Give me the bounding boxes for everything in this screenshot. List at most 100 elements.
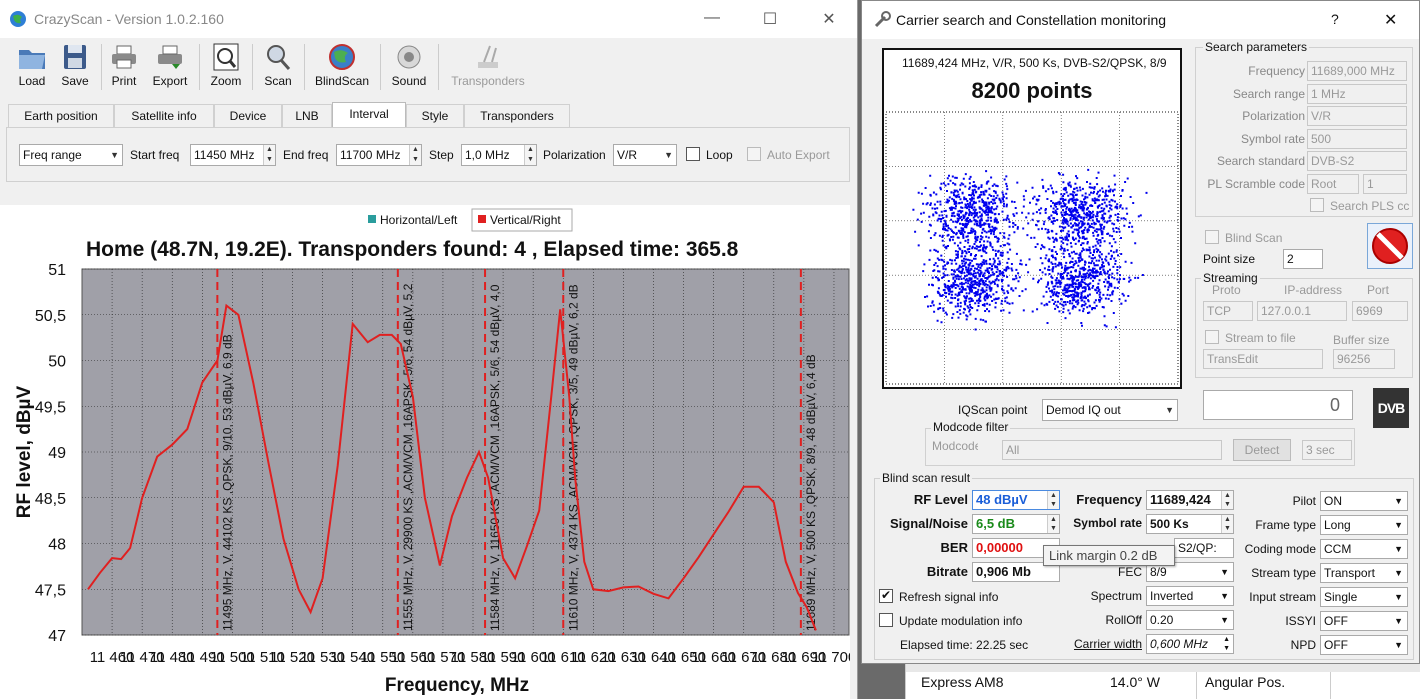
- ip-label: IP-address: [1284, 283, 1343, 297]
- export-button[interactable]: Export: [148, 42, 192, 94]
- sp-range-label: Search range: [1232, 87, 1305, 101]
- dialog-titlebar[interactable]: Carrier search and Constellation monitor…: [862, 1, 1419, 39]
- zoom-button[interactable]: Zoom: [205, 42, 247, 94]
- modcode-select[interactable]: All: [1002, 440, 1222, 460]
- buffer-size-input[interactable]: 96256: [1333, 349, 1395, 369]
- point-size-input[interactable]: 2: [1283, 249, 1323, 269]
- tab-style[interactable]: Style: [406, 104, 464, 128]
- loop-checkbox[interactable]: [686, 147, 700, 161]
- rolloff-select[interactable]: 0.20 ▼: [1146, 610, 1234, 630]
- sound-button[interactable]: Sound: [388, 42, 430, 94]
- stream-type-select[interactable]: Transport ▼: [1320, 563, 1408, 583]
- tab-device[interactable]: Device: [214, 104, 282, 128]
- transponders-button[interactable]: Transponders: [446, 42, 530, 94]
- export-label: Export: [152, 74, 188, 88]
- spin-arrows-icon[interactable]: ▲ ▼: [1223, 635, 1230, 653]
- modulation-select[interactable]: S2/QP:: [1174, 538, 1234, 558]
- blind-scan-checkbox[interactable]: [1205, 230, 1219, 244]
- spin-arrows-icon[interactable]: ▲ ▼: [524, 145, 536, 165]
- scan-label: Scan: [264, 74, 292, 88]
- search-pls-checkbox[interactable]: [1310, 198, 1324, 212]
- link-margin-tooltip: Link margin 0.2 dB: [1043, 545, 1175, 566]
- sp-symbolrate-select[interactable]: 500: [1307, 129, 1407, 149]
- print-button[interactable]: Print: [104, 42, 144, 94]
- load-button[interactable]: Load: [12, 42, 52, 94]
- start-freq-input[interactable]: 11450 MHz ▲ ▼: [190, 144, 276, 166]
- chevron-down-icon: ▼: [1165, 405, 1174, 415]
- tab-transponders[interactable]: Transponders: [464, 104, 570, 128]
- pl-scramble-mode-select[interactable]: Root: [1307, 174, 1359, 194]
- stop-button[interactable]: [1367, 223, 1413, 269]
- sp-standard-select[interactable]: DVB-S2: [1307, 151, 1407, 171]
- end-freq-input[interactable]: 11700 MHz ▲ ▼: [336, 144, 422, 166]
- spin-arrows-icon[interactable]: ▲ ▼: [409, 145, 421, 165]
- close-icon[interactable]: ✕: [809, 9, 849, 29]
- proto-select[interactable]: TCP: [1203, 301, 1253, 321]
- port-value: 6969: [1356, 304, 1383, 318]
- scan-button[interactable]: Scan: [258, 42, 298, 94]
- stream-to-file-checkbox[interactable]: [1205, 330, 1219, 344]
- detect-button[interactable]: Detect: [1233, 439, 1291, 461]
- maximize-icon[interactable]: ☐: [750, 9, 790, 29]
- sp-frequency-label: Frequency: [1248, 64, 1305, 78]
- toolbar-separator: [101, 44, 102, 90]
- satellite-table-row[interactable]: Express AM8 14.0° W Angular Pos.: [905, 664, 1420, 699]
- detect-seconds-value: 3 sec: [1306, 443, 1335, 457]
- polarization-label: Polarization: [543, 148, 606, 162]
- frame-type-select[interactable]: Long ▼: [1320, 515, 1408, 535]
- update-modulation-checkbox[interactable]: [879, 613, 893, 627]
- ip-value: 127.0.0.1: [1261, 304, 1312, 318]
- range-mode-select[interactable]: Freq range ▼: [19, 144, 123, 166]
- tab-satellite-info[interactable]: Satellite info: [114, 104, 214, 128]
- pl-scramble-value-input[interactable]: 1: [1363, 174, 1407, 194]
- constellation-header: 11689,424 MHz, V/R, 500 Ks, DVB-S2/QPSK,…: [902, 56, 1167, 70]
- refresh-signal-checkbox[interactable]: [879, 588, 893, 603]
- npd-select[interactable]: OFF ▼: [1320, 635, 1408, 655]
- dialog-title: Carrier search and Constellation monitor…: [896, 12, 1167, 28]
- sp-polarization-select[interactable]: V/R: [1307, 106, 1407, 126]
- sp-frequency-value: 11689,000 MHz: [1311, 64, 1395, 78]
- step-input[interactable]: 1,0 MHz ▲ ▼: [461, 144, 537, 166]
- loop-label: Loop: [706, 148, 733, 162]
- tab-lnb[interactable]: LNB: [282, 104, 332, 128]
- ip-input[interactable]: 127.0.0.1: [1257, 301, 1347, 321]
- auto-export-label: Auto Export: [767, 148, 830, 162]
- port-input[interactable]: 6969: [1352, 301, 1408, 321]
- issyi-select[interactable]: OFF ▼: [1320, 611, 1408, 631]
- polarization-select[interactable]: V/R ▼: [613, 144, 677, 166]
- carrier-width-field[interactable]: 0,600 MHz ▲ ▼: [1146, 634, 1234, 654]
- chart-scroll-edge: [850, 205, 857, 699]
- auto-export-checkbox[interactable]: [747, 147, 761, 161]
- help-icon[interactable]: ?: [1331, 11, 1339, 27]
- sp-frequency-input[interactable]: 11689,000 MHz: [1307, 61, 1407, 81]
- spectrum-chart[interactable]: Horizontal/Left Vertical/Right Home (48.7N…: [0, 205, 858, 699]
- coding-mode-select[interactable]: CCM ▼: [1320, 539, 1408, 559]
- detect-seconds-input[interactable]: 3 sec: [1302, 440, 1352, 460]
- sp-polarization-value: V/R: [1311, 109, 1332, 123]
- coding-mode-value: CCM: [1324, 542, 1352, 556]
- spin-arrows-icon[interactable]: ▲ ▼: [263, 145, 275, 165]
- minimize-icon[interactable]: —: [692, 9, 732, 27]
- sp-range-input[interactable]: 1 MHz: [1307, 84, 1407, 104]
- carrier-width-label[interactable]: Carrier width: [1052, 637, 1142, 651]
- spectrum-select[interactable]: Inverted ▼: [1146, 586, 1234, 606]
- zoom-label: Zoom: [210, 74, 242, 88]
- export-icon: [158, 45, 182, 69]
- tab-earth-position[interactable]: Earth position: [8, 104, 114, 128]
- input-stream-select[interactable]: Single ▼: [1320, 587, 1408, 607]
- constellation-plot[interactable]: [884, 110, 1180, 387]
- file-format-select[interactable]: TransEdit: [1203, 349, 1323, 369]
- tab-interval[interactable]: Interval: [332, 102, 406, 128]
- main-titlebar[interactable]: CrazyScan - Version 1.0.2.160 — ☐ ✕: [0, 0, 857, 38]
- toolbar-separator: [199, 44, 200, 90]
- pilot-value: ON: [1324, 494, 1342, 508]
- toolbar-separator: [380, 44, 381, 90]
- pilot-select[interactable]: ON ▼: [1320, 491, 1408, 511]
- iqscan-select[interactable]: Demod IQ out ▼: [1042, 399, 1178, 421]
- blindscan-button[interactable]: BlindScan: [310, 42, 374, 94]
- dialog-close-icon[interactable]: ✕: [1384, 10, 1397, 30]
- spectrum-label: Spectrum: [1090, 589, 1142, 603]
- save-button[interactable]: Save: [55, 42, 95, 94]
- column-divider: [1196, 672, 1197, 699]
- rf-level-field: 48 dBµV ▲ ▼: [972, 490, 1060, 510]
